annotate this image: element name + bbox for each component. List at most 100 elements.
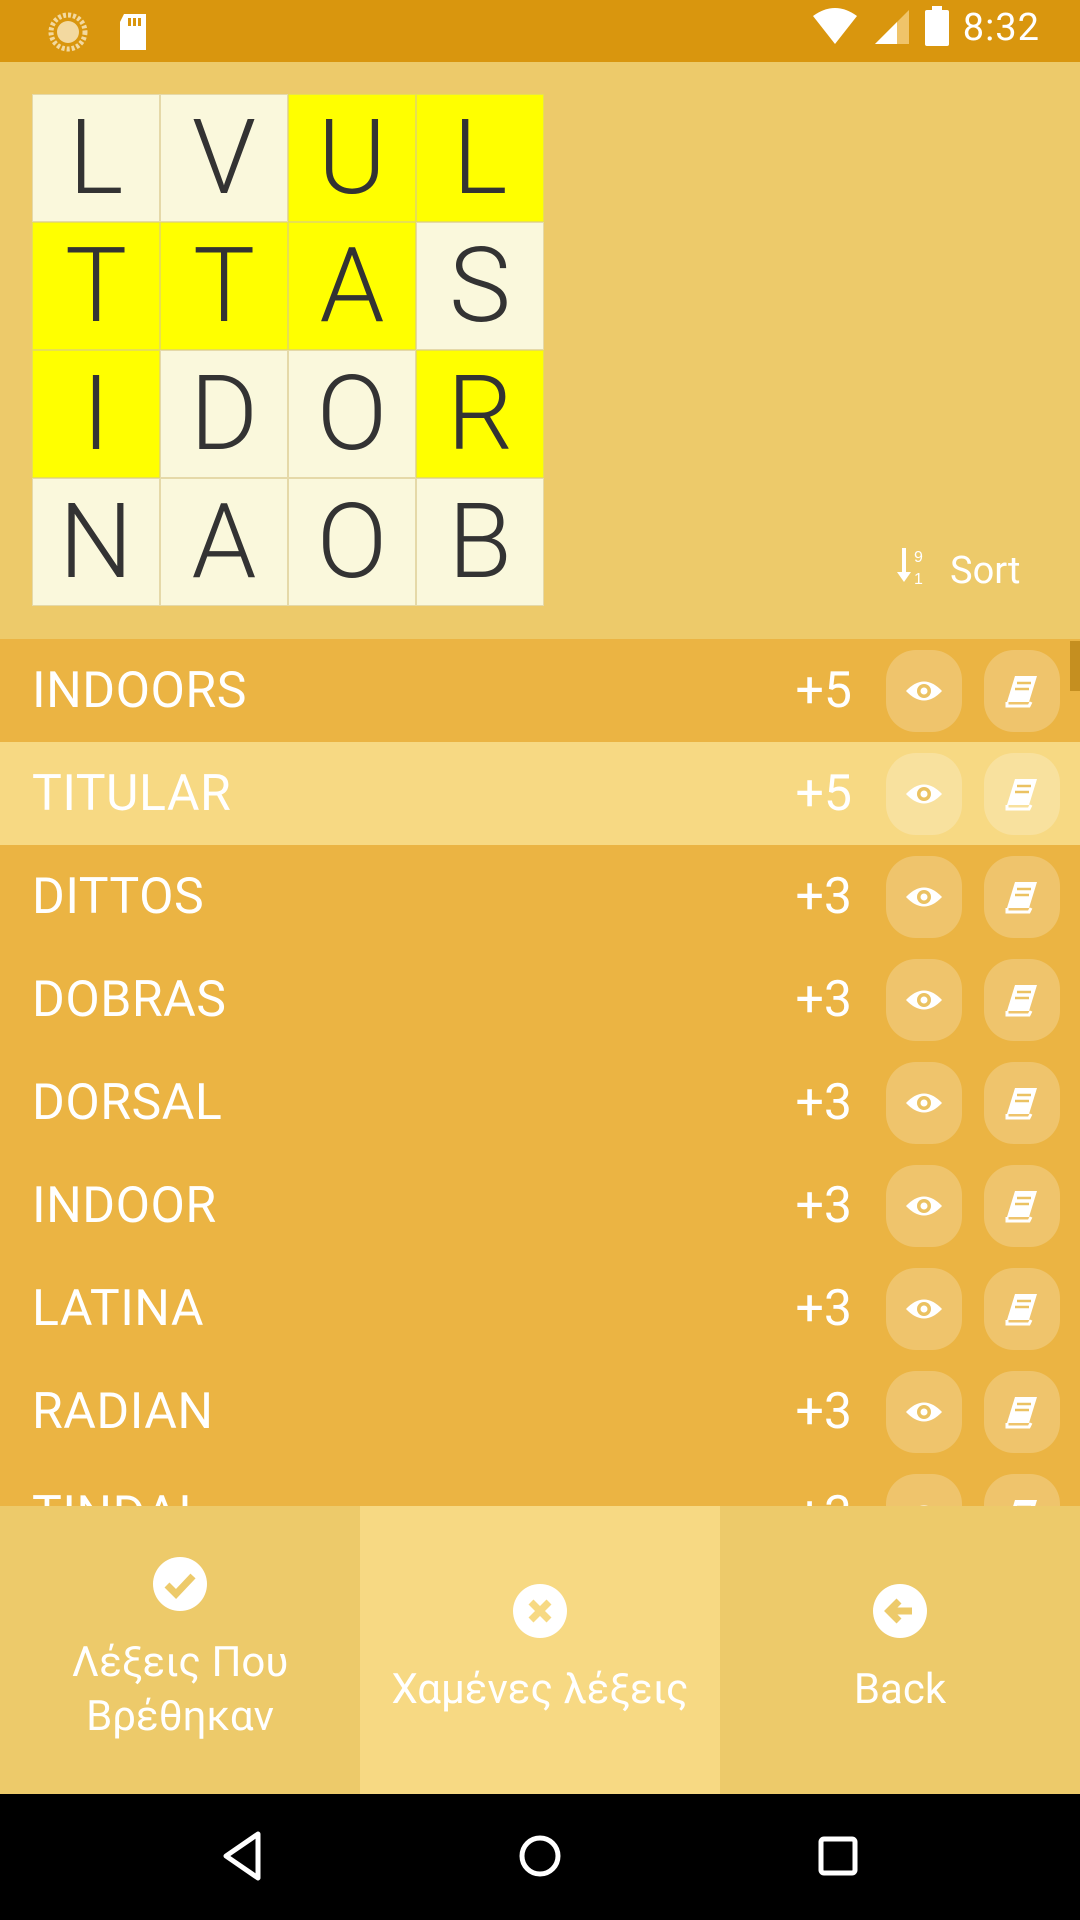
letter-grid: LVULTTASIDORNAOB: [32, 94, 544, 606]
word-text: DOBRAS: [32, 970, 227, 1029]
show-word-button[interactable]: [886, 752, 962, 835]
tab-found-words[interactable]: Λέξεις Που Βρέθηκαν: [0, 1506, 360, 1794]
grid-cell: V: [160, 94, 288, 222]
nav-recents-icon[interactable]: [816, 1830, 860, 1886]
word-text: RADIAN: [32, 1382, 214, 1441]
grid-cell: L: [416, 94, 544, 222]
book-icon: [1005, 880, 1039, 914]
grid-cell: A: [288, 222, 416, 350]
book-icon: [1005, 983, 1039, 1017]
eye-icon: [904, 1090, 944, 1116]
dictionary-button[interactable]: [984, 1473, 1060, 1506]
dictionary-button[interactable]: [984, 958, 1060, 1041]
show-word-button[interactable]: [886, 1473, 962, 1506]
word-text: INDOORS: [32, 661, 247, 720]
tab-back[interactable]: Back: [720, 1506, 1080, 1794]
eye-icon: [904, 678, 944, 704]
grid-cell: S: [416, 222, 544, 350]
sort-button[interactable]: 9 1 Sort: [896, 546, 1020, 596]
book-icon: [1005, 1292, 1039, 1326]
show-word-button[interactable]: [886, 649, 962, 732]
svg-text:9: 9: [914, 549, 923, 566]
word-points: +3: [795, 970, 852, 1029]
grid-cell: I: [32, 350, 160, 478]
grid-cell: D: [160, 350, 288, 478]
grid-cell: O: [288, 478, 416, 606]
word-points: +3: [795, 867, 852, 926]
eye-icon: [904, 1399, 944, 1425]
sort-numeric-icon: 9 1: [896, 546, 932, 596]
tab-back-label: Back: [853, 1665, 947, 1714]
show-word-button[interactable]: [886, 958, 962, 1041]
cell-signal-icon: [873, 6, 911, 50]
dictionary-button[interactable]: [984, 855, 1060, 938]
dictionary-button[interactable]: [984, 1370, 1060, 1453]
grid-cell: A: [160, 478, 288, 606]
word-text: TITULAR: [32, 764, 232, 823]
book-icon: [1005, 777, 1039, 811]
tab-missed-words[interactable]: Χαμένες λέξεις: [360, 1506, 720, 1794]
word-points: +3: [796, 1486, 852, 1507]
word-points: +3: [795, 1382, 852, 1441]
book-icon: [1005, 1189, 1039, 1223]
word-row[interactable]: LATINA +3: [0, 1257, 1080, 1360]
show-word-button[interactable]: [886, 1267, 962, 1350]
battery-icon: [924, 6, 949, 50]
word-row[interactable]: TINDAL +3: [0, 1463, 1080, 1506]
word-points: +3: [795, 1279, 852, 1338]
dictionary-button[interactable]: [984, 752, 1060, 835]
book-icon: [1005, 1498, 1039, 1506]
system-nav-bar: [0, 1794, 1080, 1920]
show-word-button[interactable]: [886, 855, 962, 938]
tab-missed-label: Χαμένες λέξεις: [391, 1665, 689, 1714]
dictionary-button[interactable]: [984, 1164, 1060, 1247]
word-text: DORSAL: [32, 1073, 223, 1132]
word-row[interactable]: TITULAR +5: [0, 742, 1080, 845]
tab-found-label: Λέξεις Που Βρέθηκαν: [71, 1638, 289, 1741]
word-text: DITTOS: [32, 867, 205, 926]
grid-cell: T: [32, 222, 160, 350]
clock: 8:32: [962, 6, 1040, 50]
show-word-button[interactable]: [886, 1370, 962, 1453]
word-points: +5: [795, 764, 852, 823]
scrollbar[interactable]: [1070, 641, 1080, 691]
grid-cell: R: [416, 350, 544, 478]
eye-icon: [904, 987, 944, 1013]
word-points: +3: [795, 1073, 852, 1132]
book-icon: [1005, 674, 1039, 708]
dictionary-button[interactable]: [984, 1267, 1060, 1350]
board-area: LVULTTASIDORNAOB 9 1 Sort: [0, 62, 1080, 639]
nav-home-icon[interactable]: [518, 1830, 562, 1886]
dictionary-button[interactable]: [984, 649, 1060, 732]
word-row[interactable]: DOBRAS +3: [0, 948, 1080, 1051]
word-row[interactable]: INDOORS +5: [0, 639, 1080, 742]
word-points: +3: [795, 1176, 852, 1235]
eye-icon: [904, 1193, 944, 1219]
dictionary-button[interactable]: [984, 1061, 1060, 1144]
nav-back-icon[interactable]: [220, 1830, 264, 1886]
word-row[interactable]: DITTOS +3: [0, 845, 1080, 948]
eye-icon: [904, 1296, 944, 1322]
sort-label: Sort: [950, 549, 1021, 593]
word-row[interactable]: RADIAN +3: [0, 1360, 1080, 1463]
eye-icon: [904, 781, 944, 807]
word-text: LATINA: [32, 1279, 205, 1338]
word-text: INDOOR: [32, 1176, 217, 1235]
grid-cell: N: [32, 478, 160, 606]
word-row[interactable]: DORSAL +3: [0, 1051, 1080, 1154]
sd-card-icon: [116, 12, 150, 56]
svg-text:1: 1: [914, 571, 923, 586]
grid-cell: U: [288, 94, 416, 222]
check-circle-icon: [152, 1556, 208, 1626]
wifi-icon: [811, 6, 859, 50]
word-row[interactable]: INDOOR +3: [0, 1154, 1080, 1257]
show-word-button[interactable]: [886, 1164, 962, 1247]
word-list[interactable]: INDOORS +5 TITULAR +5 DITTOS +3 DOBRAS +3 DORSAL…: [0, 639, 1080, 1506]
book-icon: [1005, 1086, 1039, 1120]
bottom-tab-bar: Λέξεις Που Βρέθηκαν Χαμένες λέξεις Back: [0, 1506, 1080, 1794]
grid-cell: O: [288, 350, 416, 478]
show-word-button[interactable]: [886, 1061, 962, 1144]
arrow-left-circle-icon: [872, 1583, 928, 1653]
grid-cell: B: [416, 478, 544, 606]
grid-cell: L: [32, 94, 160, 222]
